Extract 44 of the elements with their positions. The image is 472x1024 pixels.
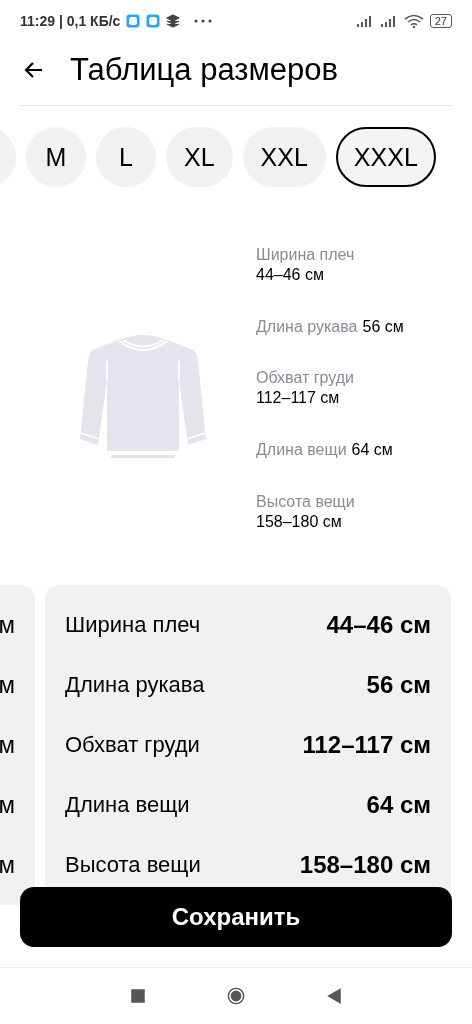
size-chip[interactable]: M <box>26 127 86 188</box>
measurement-value: м <box>0 849 15 880</box>
measurement-name: Обхват груди <box>256 368 355 389</box>
size-chip[interactable]: XXXL <box>335 127 436 188</box>
measurement-value: 56 см <box>362 316 404 337</box>
measurement-name: Обхват груди <box>65 731 200 758</box>
measurement-name: Ширина плеч <box>256 245 356 266</box>
measurement-value: м <box>0 609 15 640</box>
home-icon[interactable] <box>227 986 245 1005</box>
measurement-value: 158–180 см <box>256 511 343 532</box>
recents-icon[interactable] <box>129 986 147 1005</box>
measurement-value: 44–46 см <box>256 265 325 286</box>
wifi-icon <box>403 14 424 29</box>
measurement-name: Длина рукава <box>256 316 358 337</box>
measurement-value: 64 см <box>366 790 431 819</box>
measurement-value: 112–117 см <box>256 388 341 409</box>
page-title: Таблица размеров <box>70 51 338 88</box>
measurement-value: м <box>0 789 15 820</box>
measurement-name: Высота вещи <box>65 851 201 878</box>
measurement-value: 44–46 см <box>326 610 431 639</box>
signal-icon <box>355 15 374 28</box>
size-chip[interactable]: XL <box>166 127 233 188</box>
measurement-value: 56 см <box>366 670 431 699</box>
measurement-name: Длина вещи <box>256 440 347 460</box>
measurement-value: 158–180 см <box>299 850 431 879</box>
measurement-name: Длина вещи <box>65 791 190 818</box>
size-chip[interactable]: XXL <box>242 127 326 188</box>
measurement-name: Ширина плеч <box>65 611 201 638</box>
back-icon[interactable] <box>325 986 343 1005</box>
measurement-value: м <box>0 669 15 700</box>
battery-indicator: 27 <box>429 14 452 29</box>
app-notification-icon <box>126 14 141 29</box>
more-icon <box>194 19 213 24</box>
measurement-value: 112–117 см <box>302 730 431 759</box>
measurement-value: м <box>0 729 15 760</box>
measurement-value: 64 см <box>351 440 393 460</box>
status-time: 11:29 | 0,1 КБ/с <box>20 13 121 30</box>
measurement-name: Длина рукава <box>65 671 205 698</box>
measurement-name: Высота вещи <box>256 491 356 512</box>
signal-icon <box>379 15 398 28</box>
layers-icon <box>166 14 181 29</box>
size-chip[interactable]: L <box>96 127 156 188</box>
save-button[interactable]: Сохранить <box>20 886 452 947</box>
app-notification-icon <box>146 14 161 29</box>
